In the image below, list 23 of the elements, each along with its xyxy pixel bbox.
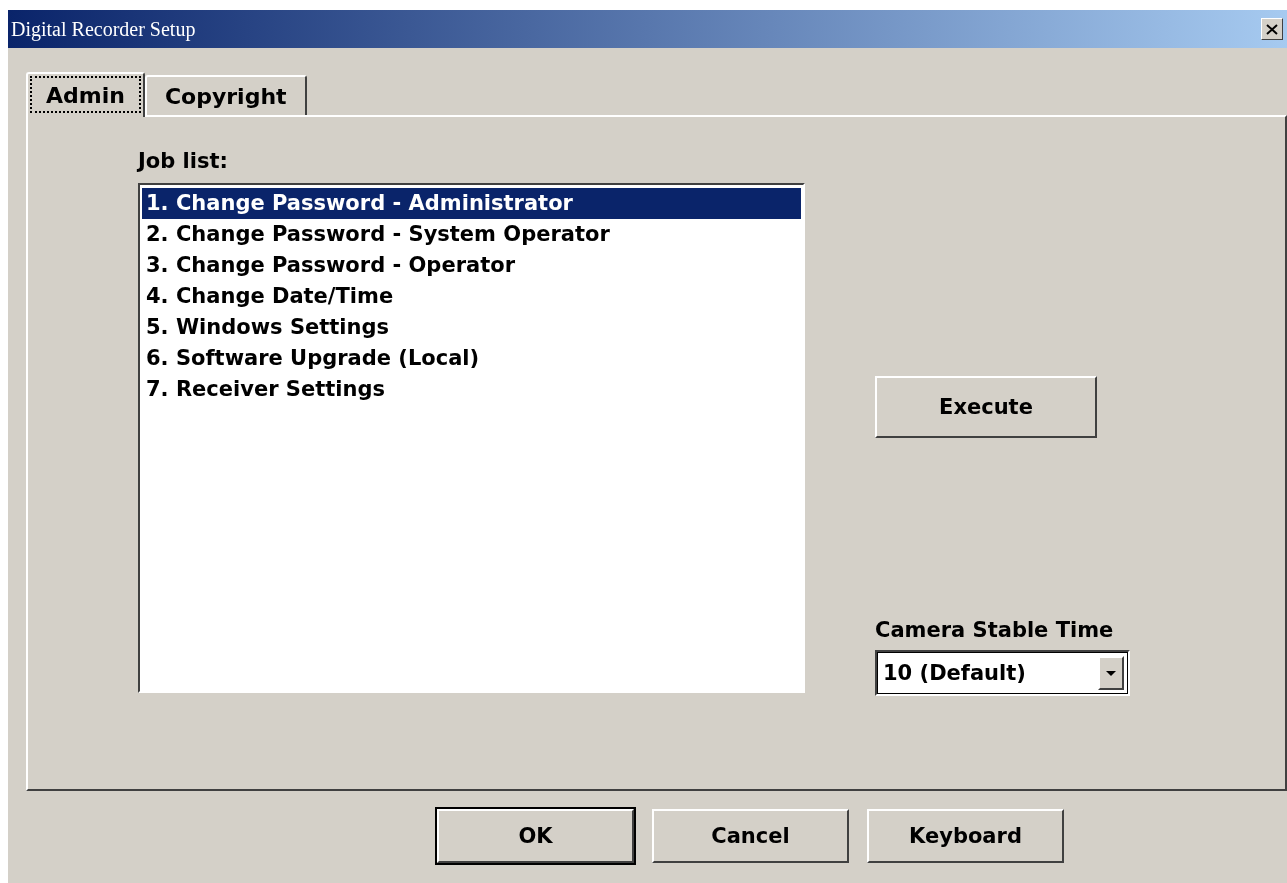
list-item[interactable]: 7. Receiver Settings	[142, 374, 801, 405]
caret-icon	[1106, 670, 1116, 676]
close-icon	[1266, 23, 1278, 35]
job-list-label: Job list:	[138, 149, 229, 173]
execute-button[interactable]: Execute	[875, 376, 1097, 438]
dropdown-value: 10 (Default)	[883, 661, 1026, 685]
dialog-button[interactable]: Keyboard	[867, 809, 1064, 863]
list-item[interactable]: 5. Windows Settings	[142, 312, 801, 343]
list-item[interactable]: 2. Change Password - System Operator	[142, 219, 801, 250]
list-item[interactable]: 6. Software Upgrade (Local)	[142, 343, 801, 374]
camera-stable-time-label: Camera Stable Time	[875, 618, 1115, 642]
job-list[interactable]: 1. Change Password - Administrator 2. Change Password - System Operator 3. Change Password - Operator 4. Change Date/Time 5. Windows Settings 6. Software Upgrade (Local) 7. Receiver Settings	[138, 183, 805, 693]
dropdown-button[interactable]	[1098, 656, 1124, 690]
window-title: Digital Recorder Setup	[11, 17, 196, 41]
list-item[interactable]: 3. Change Password - Operator	[142, 250, 801, 281]
list-item[interactable]: 1. Change Password - Administrator	[142, 188, 801, 219]
dialog-button[interactable]: Cancel	[652, 809, 849, 863]
tab[interactable]: Copyright	[144, 75, 307, 115]
close-button[interactable]	[1261, 18, 1283, 40]
list-item[interactable]: 4. Change Date/Time	[142, 281, 801, 312]
tab[interactable]: Admin	[26, 72, 145, 117]
dialog-button[interactable]: OK	[437, 809, 634, 863]
camera-stable-time-dropdown[interactable]: 10 (Default)	[875, 650, 1130, 696]
